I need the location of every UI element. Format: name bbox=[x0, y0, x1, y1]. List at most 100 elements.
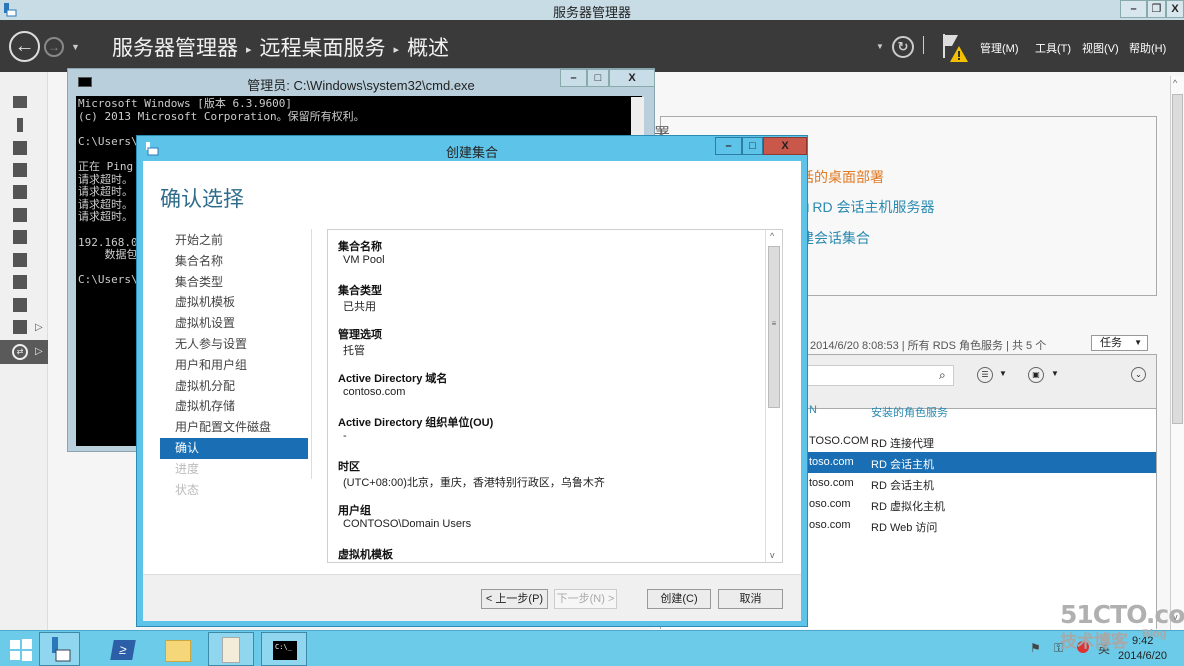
dialog-body: 确认选择 开始之前 集合名称 集合类型 虚拟机模板 虚拟机设置 无人参与设置 用户和用户组虚… bbox=[143, 161, 801, 621]
menu-help[interactable]: 帮助(H) bbox=[1129, 40, 1166, 56]
cell-server: TOSO.COM bbox=[809, 435, 869, 447]
breadcrumb: 服务器管理器 ▸ 远程桌面服务 ▸ 概述 bbox=[112, 32, 449, 62]
breadcrumb-server-manager[interactable]: 服务器管理器 bbox=[112, 37, 238, 60]
restore-button[interactable]: ❐ bbox=[1147, 0, 1166, 18]
scrollbar-thumb[interactable] bbox=[1172, 94, 1183, 424]
cancel-button[interactable]: 取消 bbox=[718, 589, 783, 609]
taskbar-setup-tool[interactable] bbox=[208, 632, 254, 666]
start-button-windows-icon[interactable] bbox=[10, 639, 32, 661]
remote-desktop-services-icon[interactable]: ⇄ bbox=[12, 344, 28, 360]
dashboard-icon[interactable] bbox=[13, 96, 27, 108]
column-header-fqdn[interactable]: N bbox=[809, 404, 817, 416]
link-session-deployment[interactable]: 话的桌面部署 bbox=[800, 167, 884, 187]
search-icon[interactable]: ⌕ bbox=[939, 368, 946, 383]
wizard-step[interactable]: 虚拟机模板 bbox=[160, 292, 308, 313]
column-header-role-services[interactable]: 安装的角色服务 bbox=[871, 404, 948, 420]
taskbar-cmd[interactable]: C:\_ bbox=[261, 632, 307, 666]
menu-manage[interactable]: 管理(M) bbox=[980, 40, 1019, 56]
confirmation-summary: 集合名称 VM Pool 集合类型 已共用 管理选项 托管 Active Directory… bbox=[327, 229, 783, 563]
wizard-step[interactable]: 用户配置文件磁盘 bbox=[160, 417, 308, 438]
chevron-down-icon[interactable]: ▼ bbox=[1051, 369, 1059, 378]
dns-icon[interactable] bbox=[13, 230, 27, 244]
breadcrumb-separator-icon: ▸ bbox=[393, 43, 400, 56]
tasks-label: 任务 bbox=[1100, 337, 1122, 349]
wizard-step[interactable]: 开始之前 bbox=[160, 230, 308, 251]
dialog-minimize-button[interactable]: – bbox=[715, 137, 742, 155]
nps-icon[interactable] bbox=[13, 320, 27, 334]
expand-icon[interactable]: ▷ bbox=[35, 322, 43, 333]
back-button[interactable]: ← bbox=[9, 31, 40, 62]
wizard-step[interactable]: 虚拟机分配 bbox=[160, 376, 308, 397]
wizard-step[interactable]: 用户和用户组 bbox=[160, 355, 308, 376]
wizard-step: 进度 bbox=[175, 461, 200, 476]
minimize-button[interactable]: – bbox=[1120, 0, 1147, 18]
scroll-down-icon[interactable]: v bbox=[770, 550, 775, 560]
breadcrumb-rds[interactable]: 远程桌面服务 bbox=[260, 37, 386, 60]
forward-button[interactable]: → bbox=[44, 37, 64, 57]
file-storage-icon[interactable] bbox=[13, 253, 27, 267]
link-create-session-collection[interactable]: 建会话集合 bbox=[800, 228, 870, 248]
wizard-step[interactable]: 确认 bbox=[160, 438, 308, 459]
ad-ds-icon[interactable] bbox=[13, 185, 27, 199]
refresh-dropdown-icon[interactable]: ▼ bbox=[876, 42, 884, 51]
scroll-up-icon[interactable]: ^ bbox=[1173, 78, 1177, 88]
wizard-step[interactable]: 集合类型 bbox=[160, 272, 308, 293]
summary-scrollbar[interactable]: ^ ≡ v bbox=[765, 230, 782, 562]
wizard-step[interactable]: 虚拟机设置 bbox=[160, 313, 308, 334]
window-titlebar: 服务器管理器 – ❐ X bbox=[0, 0, 1184, 20]
chevron-down-icon[interactable]: ▼ bbox=[999, 369, 1007, 378]
iis-icon[interactable] bbox=[13, 298, 27, 312]
previous-button[interactable]: < 上一步(P) bbox=[481, 589, 548, 609]
summary-value: 已共用 bbox=[343, 301, 376, 313]
dhcp-icon[interactable] bbox=[13, 208, 27, 222]
cmd-minimize-button[interactable]: – bbox=[560, 69, 587, 87]
taskbar-powershell[interactable]: ≥ bbox=[100, 632, 144, 666]
summary-label: Active Directory 域名 bbox=[338, 373, 448, 385]
cmd-close-button[interactable]: X bbox=[609, 69, 655, 87]
page-scrollbar[interactable]: ^ v bbox=[1170, 76, 1184, 630]
save-query-icon[interactable]: ▣ bbox=[1028, 367, 1044, 383]
history-dropdown-icon[interactable]: ▼ bbox=[71, 42, 80, 52]
expand-icon[interactable]: ▷ bbox=[35, 346, 43, 357]
menu-view[interactable]: 视图(V) bbox=[1082, 40, 1119, 56]
notifications-flag-icon[interactable] bbox=[940, 32, 970, 64]
summary-value: (UTC+08:00)北京，重庆，香港特别行政区，乌鲁木齐 bbox=[343, 477, 605, 489]
create-button[interactable]: 创建(C) bbox=[647, 589, 711, 609]
link-add-rd-session-host[interactable]: □ RD 会话主机服务器 bbox=[800, 197, 934, 217]
breadcrumb-overview: 概述 bbox=[407, 37, 450, 60]
cell-role: RD Web 访问 bbox=[871, 522, 938, 534]
summary-value: VM Pool bbox=[343, 254, 385, 266]
wizard-step[interactable]: 集合名称 bbox=[160, 251, 308, 272]
cmd-scrollbar[interactable] bbox=[631, 97, 644, 137]
taskbar-server-manager[interactable] bbox=[39, 632, 80, 666]
all-servers-icon[interactable] bbox=[13, 141, 27, 155]
scroll-up-icon[interactable]: ^ bbox=[770, 231, 774, 241]
wizard-step[interactable]: 虚拟机存储 bbox=[160, 396, 308, 417]
close-button[interactable]: X bbox=[1166, 0, 1184, 18]
summary-label: 时区 bbox=[338, 461, 360, 473]
dialog-close-button[interactable]: X bbox=[763, 137, 807, 155]
expand-toolbar-icon[interactable]: ⌄ bbox=[1131, 367, 1146, 382]
console-line: (c) 2013 Microsoft Corporation。保留所有权利。 bbox=[78, 109, 365, 123]
refresh-icon[interactable]: ↻ bbox=[892, 36, 914, 58]
next-button[interactable]: 下一步(N) > bbox=[554, 589, 617, 609]
list-options-icon[interactable]: ☰ bbox=[977, 367, 993, 383]
wizard-step[interactable]: 无人参与设置 bbox=[160, 334, 308, 355]
breadcrumb-separator-icon: ▸ bbox=[246, 43, 252, 56]
taskbar-file-explorer[interactable] bbox=[155, 632, 199, 666]
watermark-subtitle: 技术博客 bbox=[1060, 632, 1128, 651]
ad-cs-icon[interactable] bbox=[13, 163, 27, 177]
action-center-flag-icon[interactable]: ⚑ bbox=[1030, 641, 1041, 655]
summary-label: 集合名称 bbox=[338, 241, 382, 253]
dialog-maximize-button[interactable]: □ bbox=[742, 137, 763, 155]
scrollbar-thumb[interactable]: ≡ bbox=[768, 246, 780, 408]
cell-server: oso.com bbox=[809, 498, 851, 510]
hyper-v-icon[interactable] bbox=[13, 275, 27, 289]
tasks-dropdown[interactable]: 任务 ▼ bbox=[1091, 335, 1148, 351]
cell-role: RD 会话主机 bbox=[871, 480, 934, 492]
local-server-icon[interactable] bbox=[17, 118, 23, 132]
filter-input[interactable] bbox=[801, 365, 954, 386]
cmd-maximize-button[interactable]: □ bbox=[587, 69, 609, 87]
menu-tools[interactable]: 工具(T) bbox=[1035, 40, 1071, 56]
